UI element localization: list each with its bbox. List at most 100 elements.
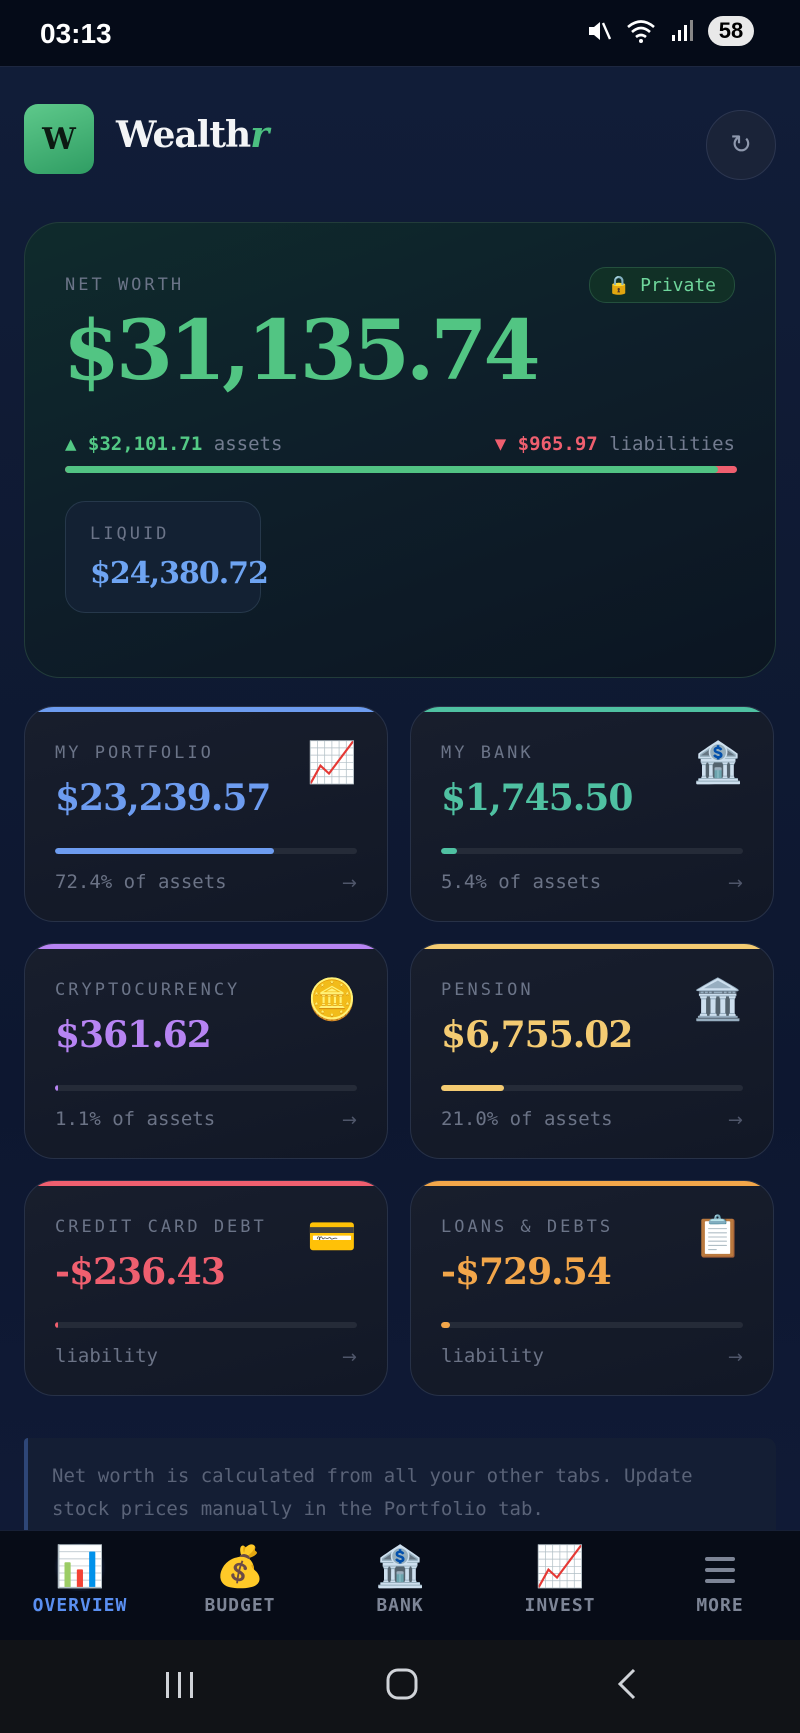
back-icon[interactable] [610,1666,646,1702]
tile-accent-bar [25,944,387,949]
tile-cryptocurrency[interactable]: CRYPTOCURRENCY 🪙 $361.62 1.1% of assets … [24,943,388,1159]
tile-progress [55,848,357,854]
tile-progress-fill [55,1322,59,1328]
nav-bank[interactable]: 🏦 BANK [320,1531,480,1641]
liabilities-word: liabilities [609,433,735,455]
assets-bar-fill [65,466,718,473]
tile-label: MY PORTFOLIO [55,743,214,763]
clipboard-icon: 📋 [693,1214,743,1260]
tile-amount: -$236.43 [55,1251,226,1293]
tile-accent-bar [411,944,773,949]
tile-progress-fill [441,1322,451,1328]
tile-pension[interactable]: PENSION 🏛️ $6,755.02 21.0% of assets → [410,943,774,1159]
tile-label: LOANS & DEBTS [441,1217,614,1237]
system-nav-bar [0,1640,800,1733]
tile-amount: -$729.54 [441,1251,612,1293]
app-name-accent: r [250,114,269,156]
nav-overview[interactable]: 📊 OVERVIEW [0,1531,160,1641]
nav-label: BUDGET [204,1595,276,1616]
arrow-right-icon: → [341,873,357,894]
assets-value: $32,101.71 [87,433,203,455]
tile-footer: liability [441,1345,544,1367]
bank-icon: 🏦 [693,740,743,786]
bottom-nav: 📊 OVERVIEW 💰 BUDGET 🏦 BANK 📈 INVEST MORE [0,1530,800,1641]
credit-card-icon: 💳 [307,1214,357,1260]
net-worth-card: NET WORTH 🔒 Private $31,135.74 ▲ $32,101… [24,222,776,678]
liabilities-value: $965.97 [517,433,598,455]
status-time: 03:13 [40,18,112,49]
nav-label: OVERVIEW [32,1595,128,1616]
tile-progress-fill [441,848,458,854]
status-bar: 03:13 58 [0,0,800,67]
bank-icon: 🏦 [375,1544,425,1590]
tile-loans-debts[interactable]: LOANS & DEBTS 📋 -$729.54 liability → [410,1180,774,1396]
tile-progress [441,848,743,854]
app-header: W Wealthr ↻ [24,104,776,180]
lock-icon: 🔒 [607,274,631,296]
tile-accent-bar [25,707,387,712]
tile-footer: liability [55,1345,158,1367]
recent-apps-icon[interactable] [162,1666,198,1702]
chart-up-icon: 📈 [535,1544,585,1590]
tile-footer: 21.0% of assets [441,1108,613,1130]
money-bag-icon: 💰 [215,1544,265,1590]
tile-accent-bar [411,707,773,712]
liquid-label: LIQUID [90,524,170,544]
mute-icon [589,22,612,40]
tile-progress [55,1322,357,1328]
arrow-right-icon: → [727,873,743,894]
tile-label: MY BANK [441,743,534,763]
wifi-icon [627,20,655,43]
privacy-badge[interactable]: 🔒 Private [588,267,735,303]
nav-invest[interactable]: 📈 INVEST [480,1531,640,1641]
refresh-icon: ↻ [730,130,752,160]
net-worth-label: NET WORTH [65,275,185,295]
status-icons: 58 [586,16,754,46]
tile-progress-fill [55,848,274,854]
arrow-right-icon: → [341,1110,357,1131]
tile-amount: $23,239.57 [55,777,271,819]
bar-chart-icon: 📊 [0,1543,160,1591]
tile-progress-fill [55,1085,59,1091]
app-name: Wealthr [116,114,269,156]
app-logo: W [24,104,94,174]
assets-summary: ▲ $32,101.71 assets [65,433,282,455]
tile-label: CREDIT CARD DEBT [55,1217,267,1237]
tile-amount: $361.62 [55,1014,212,1056]
tile-amount: $1,745.50 [441,777,633,819]
info-note: Net worth is calculated from all your ot… [24,1438,776,1538]
assets-word: assets [213,433,283,455]
classical-building-icon: 🏛️ [693,977,743,1023]
coin-icon: 🪙 [307,977,357,1023]
battery-indicator: 58 [708,16,754,46]
down-triangle-icon: ▼ [494,433,507,455]
up-triangle-icon: ▲ [65,433,77,455]
nav-label: INVEST [524,1595,596,1616]
tile-amount: $6,755.02 [441,1014,633,1056]
privacy-badge-label: Private [640,274,716,296]
nav-label: MORE [696,1595,744,1616]
tile-footer: 72.4% of assets [55,871,227,893]
liquid-amount: $24,380.72 [90,556,269,591]
arrow-right-icon: → [727,1347,743,1368]
arrow-right-icon: → [727,1110,743,1131]
tile-progress [441,1085,743,1091]
tile-accent-bar [411,1181,773,1186]
tile-bank[interactable]: MY BANK 🏦 $1,745.50 5.4% of assets → [410,706,774,922]
liabilities-summary: ▼ $965.97 liabilities [495,433,735,455]
tile-footer: 5.4% of assets [441,871,602,893]
tile-footer: 1.1% of assets [55,1108,216,1130]
assets-liabilities-bar [65,466,737,473]
tile-progress [55,1085,357,1091]
tile-credit-card-debt[interactable]: CREDIT CARD DEBT 💳 -$236.43 liability → [24,1180,388,1396]
nav-more[interactable]: MORE [640,1531,800,1641]
refresh-button[interactable]: ↻ [706,110,776,180]
nav-budget[interactable]: 💰 BUDGET [160,1531,320,1641]
tile-progress [441,1322,743,1328]
hamburger-menu-icon [640,1543,800,1591]
nav-label: BANK [376,1595,424,1616]
app-name-main: Wealth [116,114,251,156]
tile-accent-bar [25,1181,387,1186]
home-icon[interactable] [384,1666,420,1702]
tile-portfolio[interactable]: MY PORTFOLIO 📈 $23,239.57 72.4% of asset… [24,706,388,922]
